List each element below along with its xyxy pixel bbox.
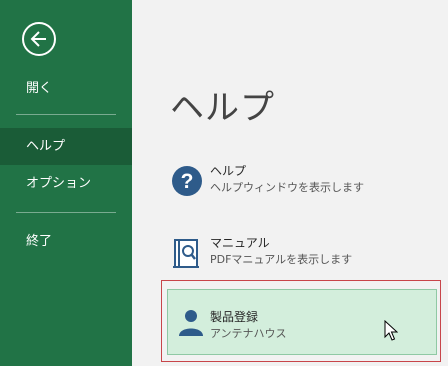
entry-description: PDFマニュアルを表示します [210, 253, 353, 266]
entry-description: ヘルプウィンドウを表示します [210, 181, 364, 194]
entry-description: アンテナハウス [210, 327, 287, 340]
sidebar-item-exit[interactable]: 終了 [0, 223, 132, 260]
question-circle-icon: ? [172, 166, 202, 196]
sidebar-item-label: オプション [26, 176, 92, 191]
main-panel: ヘルプ ? ヘルプ ヘルプウィンドウを表示します マニュアル PDFマニュアルを… [132, 0, 448, 366]
sidebar-item-options[interactable]: オプション [0, 165, 132, 202]
sidebar-item-help[interactable]: ヘルプ [0, 128, 132, 165]
help-entry[interactable]: ? ヘルプ ヘルプウィンドウを表示します [162, 156, 438, 208]
sidebar-divider [16, 114, 116, 115]
back-button[interactable] [22, 22, 56, 56]
page-title: ヘルプ [170, 88, 275, 128]
entry-title: ヘルプ [210, 164, 247, 178]
sidebar-item-open[interactable]: 開く [0, 70, 132, 107]
sidebar: 開く ヘルプ オプション 終了 [0, 0, 132, 366]
svg-text:?: ? [181, 170, 194, 193]
mouse-pointer-icon [384, 320, 398, 341]
user-person-icon [179, 310, 203, 336]
sidebar-item-label: 終了 [26, 234, 53, 249]
manual-entry[interactable]: マニュアル PDFマニュアルを表示します [162, 228, 438, 280]
sidebar-divider [16, 212, 116, 213]
sidebar-item-label: ヘルプ [26, 139, 66, 154]
sidebar-item-label: 開く [26, 81, 53, 96]
entry-title: 製品登録 [210, 310, 259, 324]
manual-book-search-icon [173, 239, 199, 268]
back-arrow-icon [30, 31, 46, 47]
entry-title: マニュアル [210, 236, 270, 250]
